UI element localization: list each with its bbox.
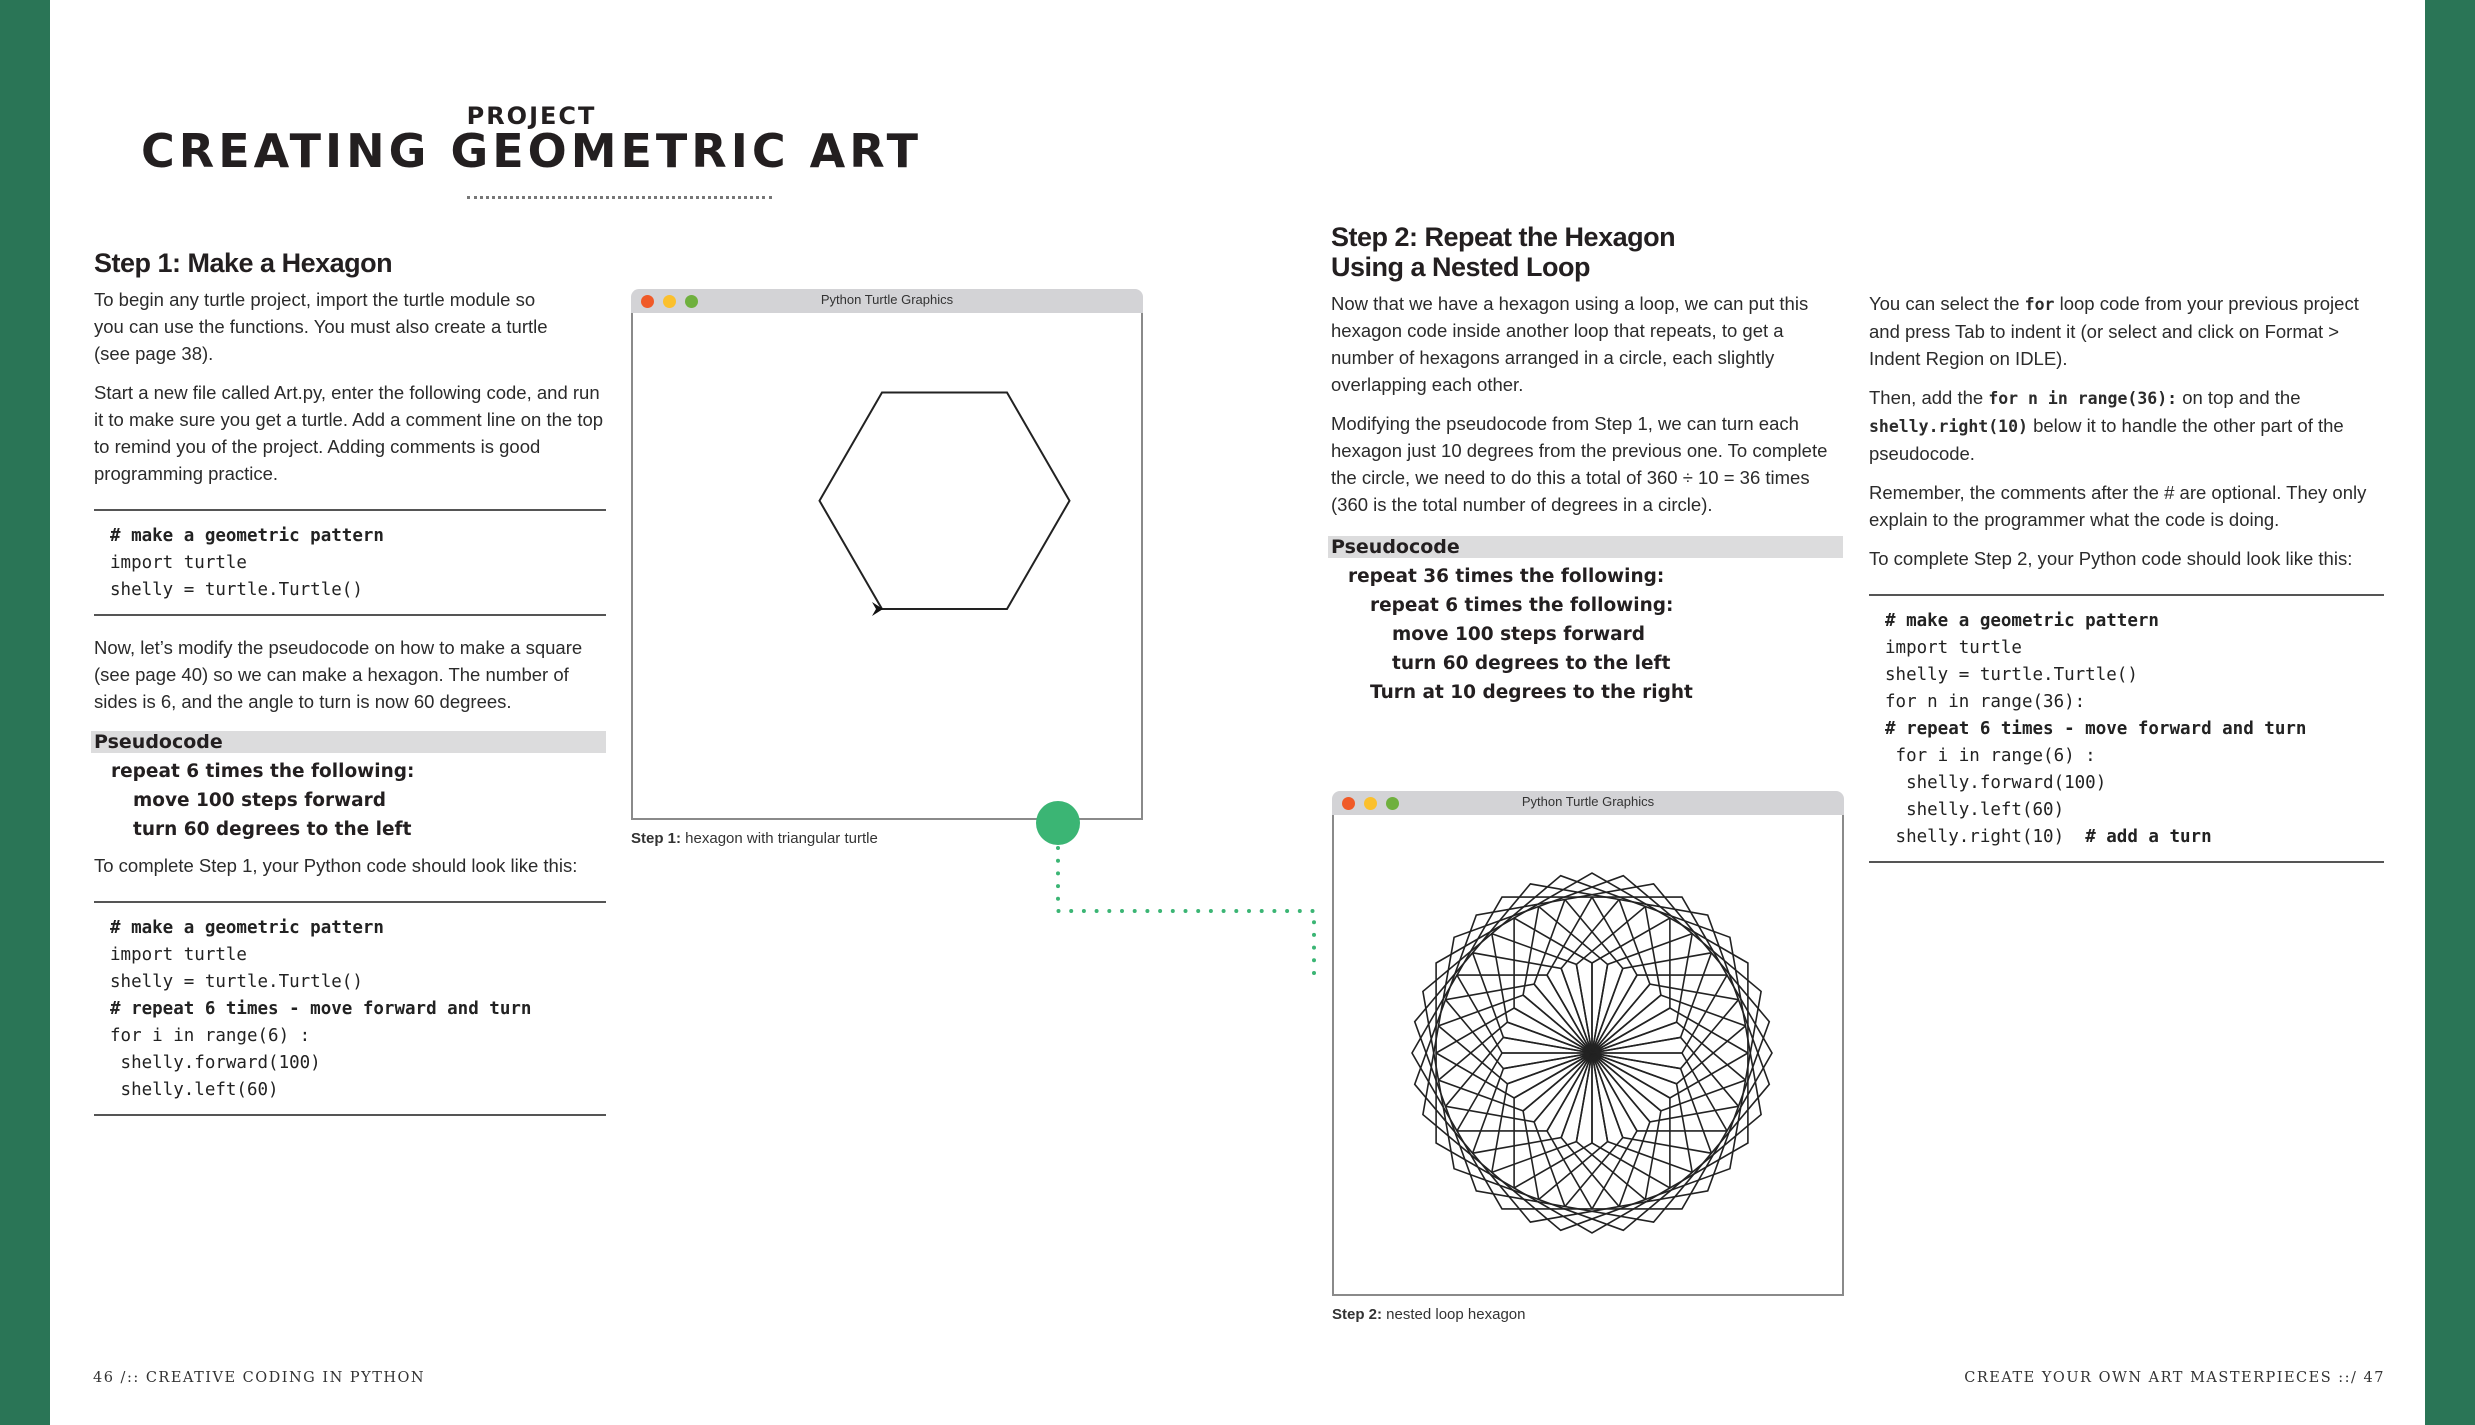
pseudocode-line: move 100 steps forward — [1392, 624, 1646, 645]
pseudocode-line: move 100 steps forward — [133, 790, 387, 811]
code-line: import turtle — [110, 553, 247, 573]
page-title: CREATING GEOMETRIC ART — [141, 124, 922, 178]
window-title: Python Turtle Graphics — [820, 292, 954, 307]
step1-pseudocode: repeat 6 times the following: move 100 st… — [94, 757, 606, 844]
code-line: for n in range(36): — [1885, 692, 2086, 712]
step1-para2: Start a new file called Art.py, enter th… — [94, 382, 604, 484]
caption-text: hexagon with triangular turtle — [681, 830, 878, 847]
code-line: shelly.left(60) — [110, 1080, 279, 1100]
code-line: shelly = turtle.Turtle() — [110, 972, 363, 992]
code-line: shelly.forward(100) — [1885, 773, 2107, 793]
step2-heading-line2: Using a Nested Loop — [1331, 252, 1591, 282]
hexagon-rosette-drawing — [1411, 872, 1773, 1234]
pseudocode-line: turn 60 degrees to the left — [133, 819, 412, 840]
step1-column: Step 1: Make a Hexagon To begin any turt… — [91, 248, 606, 1116]
turtle-window-step1: Python Turtle Graphics — [631, 289, 1143, 820]
code-line: # make a geometric pattern — [1885, 611, 2159, 631]
instruction-para4: To complete Step 2, your Python code sho… — [1869, 548, 2353, 569]
step1-code-block-1: # make a geometric pattern import turtle s… — [94, 511, 606, 614]
code-line: shelly.forward(100) — [110, 1053, 321, 1073]
instruction-para2: Then, add the for n in range(36): on top… — [1869, 387, 2344, 464]
caption-label: Step 1: — [631, 830, 682, 847]
caption-label: Step 2: — [1332, 1306, 1383, 1323]
code-line: # repeat 6 times - move forward and turn — [110, 999, 532, 1019]
pseudocode-line: repeat 6 times the following: — [1370, 595, 1674, 616]
pseudocode-line: repeat 36 times the following: — [1348, 566, 1665, 587]
turtle-cursor-icon — [872, 602, 883, 616]
instruction-para1: You can select the for loop code from yo… — [1869, 293, 2359, 369]
code-line: for i in range(6) : — [1885, 746, 2096, 766]
step2-code-block: # make a geometric pattern import turtle s… — [1869, 596, 2384, 861]
pseudocode-line: repeat 6 times the following: — [111, 761, 415, 782]
step2-pseudocode: repeat 36 times the following: repeat 6 t… — [1331, 562, 1843, 707]
code-line: import turtle — [110, 945, 247, 965]
footer-left: 46 /:: CREATIVE CODING IN PYTHON — [93, 1370, 426, 1386]
window-title: Python Turtle Graphics — [1521, 794, 1655, 809]
step1-caption: Step 1: hexagon with triangular turtle — [631, 830, 878, 847]
turtle-window-step2: Python Turtle Graphics — [1332, 791, 1844, 1296]
window-titlebar: Python Turtle Graphics — [631, 289, 1143, 313]
code-line: # make a geometric pattern — [110, 918, 384, 938]
step2-heading-line1: Step 2: Repeat the Hexagon — [1331, 222, 1676, 252]
instruction-para3: Remember, the comments after the # are o… — [1869, 482, 2367, 530]
hexagon-drawing — [818, 391, 1071, 616]
caption-text: nested loop hexagon — [1382, 1306, 1526, 1323]
step2-instructions-column: You can select the for loop code from yo… — [1869, 290, 2384, 863]
window-titlebar: Python Turtle Graphics — [1332, 791, 1844, 815]
step2-pseudocode-label: Pseudocode — [1328, 536, 1843, 558]
title-dotted-rule — [467, 196, 772, 199]
left-page-edge-bar — [0, 0, 50, 1425]
code-line: import turtle — [1885, 638, 2022, 658]
connector-node-icon — [1036, 801, 1080, 845]
code-line: shelly = turtle.Turtle() — [110, 580, 363, 600]
step1-para4: To complete Step 1, your Python code sho… — [94, 855, 578, 876]
code-line: shelly.right(10) # add a turn — [1885, 827, 2212, 847]
footer-right: CREATE YOUR OWN ART MASTERPIECES ::/ 47 — [1964, 1370, 2385, 1386]
step2-column: Step 2: Repeat the Hexagon Using a Neste… — [1328, 222, 1843, 707]
step2-para2: Modifying the pseudocode from Step 1, we… — [1331, 413, 1828, 515]
code-line: for i in range(6) : — [110, 1026, 311, 1046]
code-line: shelly.left(60) — [1885, 800, 2065, 820]
connector-graphic — [1036, 801, 1316, 983]
code-line: shelly = turtle.Turtle() — [1885, 665, 2138, 685]
step1-heading: Step 1: Make a Hexagon — [94, 248, 393, 278]
step1-para3: Now, let’s modify the pseudocode on how … — [94, 637, 583, 712]
code-rule-bottom — [1869, 861, 2384, 863]
code-line: # make a geometric pattern — [110, 526, 384, 546]
right-page-edge-bar — [2425, 0, 2475, 1425]
step1-pseudocode-label: Pseudocode — [91, 731, 606, 753]
hexagon-shape — [818, 391, 1071, 610]
pseudocode-line: turn 60 degrees to the left — [1392, 653, 1671, 674]
code-line: # repeat 6 times - move forward and turn — [1885, 719, 2307, 739]
connector-dotted-path — [1056, 846, 1316, 983]
step2-para1: Now that we have a hexagon using a loop,… — [1331, 293, 1809, 395]
code-rule-bottom — [94, 1114, 606, 1116]
step1-code-block-2: # make a geometric pattern import turtle s… — [94, 903, 606, 1114]
pseudocode-line: Turn at 10 degrees to the right — [1370, 682, 1693, 703]
step1-para1: To begin any turtle project, import the … — [94, 289, 548, 364]
code-rule-bottom — [94, 614, 606, 616]
step2-caption: Step 2: nested loop hexagon — [1332, 1306, 1525, 1323]
